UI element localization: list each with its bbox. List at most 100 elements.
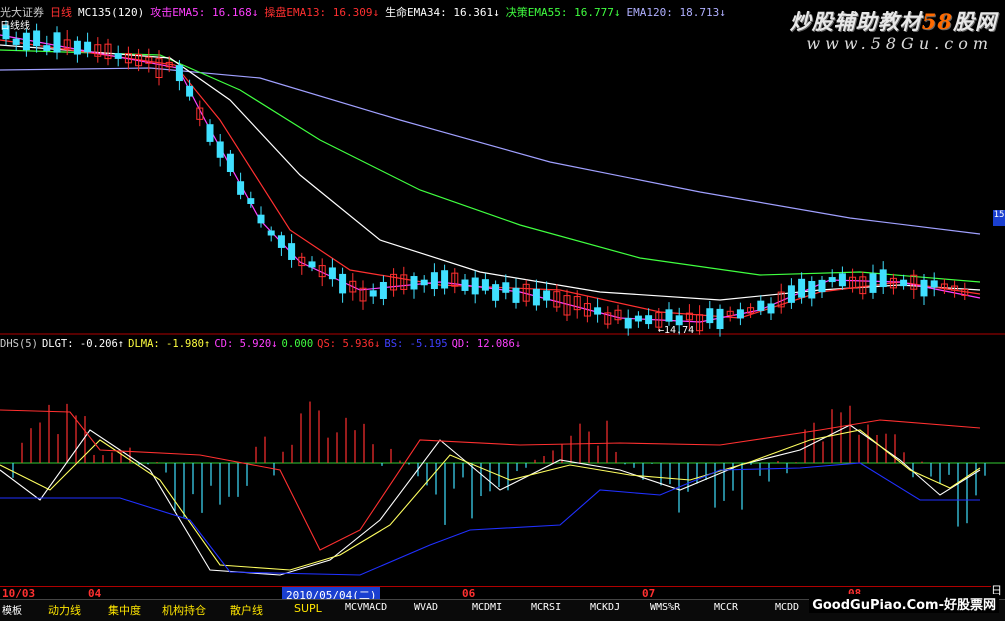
ema13-label: 操盘EMA13: 16.309 bbox=[264, 6, 373, 19]
candle-body bbox=[757, 300, 765, 311]
tab-supl[interactable]: SUPL bbox=[294, 602, 322, 615]
candle-body bbox=[379, 281, 387, 299]
ema55-line bbox=[0, 49, 981, 283]
zero-value: 0.000 bbox=[281, 338, 314, 350]
candle-body bbox=[33, 30, 41, 47]
candle-body bbox=[410, 276, 418, 290]
ema120-arrow: ↓ bbox=[719, 6, 726, 19]
candle-body bbox=[818, 279, 826, 293]
watermark-number: 58 bbox=[921, 9, 953, 34]
tab-mckdj[interactable]: MCKDJ bbox=[590, 602, 620, 613]
candle-body bbox=[206, 124, 214, 142]
candle-body bbox=[461, 279, 469, 291]
candle-body bbox=[430, 272, 438, 290]
ema34-line bbox=[0, 44, 981, 301]
dlma-value: DLMA: -1.980 bbox=[128, 338, 204, 350]
candle-body bbox=[53, 32, 61, 53]
candle-body bbox=[706, 308, 714, 324]
tab-mcvmacd[interactable]: MCVMACD bbox=[345, 602, 387, 613]
candle-body bbox=[879, 269, 887, 288]
candle-body bbox=[369, 290, 377, 297]
candle-body bbox=[492, 284, 500, 301]
candle-body bbox=[175, 65, 183, 82]
candle-body bbox=[247, 198, 255, 204]
candle-body bbox=[900, 279, 908, 287]
candle-body bbox=[22, 32, 30, 51]
candle-body bbox=[328, 267, 336, 280]
chart-header: 光大证券 日线 MC135(120) 攻击EMA5: 16.168↓ 操盘EMA13: … bbox=[0, 4, 732, 20]
ema34-arrow: ↓ bbox=[493, 6, 500, 19]
indicator-yellow-line bbox=[0, 429, 981, 571]
candle-body bbox=[43, 45, 51, 51]
tab-mcrsi[interactable]: MCRSI bbox=[531, 602, 561, 613]
candle-body bbox=[920, 279, 928, 297]
qs-value: QS: 5.936 bbox=[317, 338, 375, 350]
candle-body bbox=[308, 261, 316, 268]
candle-body bbox=[532, 288, 540, 306]
candle-body bbox=[645, 315, 653, 325]
ema120-line bbox=[0, 67, 981, 235]
candle-body bbox=[226, 153, 234, 173]
tab-power-line[interactable]: 动力线 bbox=[48, 602, 81, 618]
tab-retail-line[interactable]: 散户线 bbox=[230, 602, 263, 618]
indicator-white-line bbox=[0, 424, 981, 576]
cd-arrow: ↓ bbox=[271, 338, 278, 350]
tab-concentration[interactable]: 集中度 bbox=[108, 602, 141, 618]
period-label[interactable]: 日线 bbox=[50, 6, 72, 19]
candle-body bbox=[869, 273, 877, 293]
ema120-label: EMA120: 18.713 bbox=[626, 6, 720, 19]
stock-chart[interactable] bbox=[0, 0, 1005, 586]
ema13-line bbox=[0, 39, 981, 319]
tab-template[interactable]: 模板 bbox=[2, 602, 22, 617]
candle-body bbox=[736, 309, 744, 319]
ema5-label: 攻击EMA5: 16.168 bbox=[150, 6, 252, 19]
footer-watermark: GoodGuPiao.Com-好股票网 bbox=[809, 594, 999, 613]
candle-body bbox=[267, 230, 275, 236]
side-label: 日线线 bbox=[0, 21, 30, 32]
tab-wmsr[interactable]: WMS%R bbox=[650, 602, 680, 613]
watermark-logo: 炒股辅助教材58股网 bbox=[790, 6, 997, 36]
tab-wvad[interactable]: WVAD bbox=[414, 602, 438, 613]
qd-value: QD: 12.086 bbox=[451, 338, 515, 350]
indicator-name[interactable]: DHS(5) bbox=[0, 338, 38, 350]
low-price-annotation: ←14.74 bbox=[658, 325, 695, 336]
dlgt-value: DLGT: -0.206 bbox=[41, 338, 118, 350]
candle-body bbox=[471, 277, 479, 295]
candle-body bbox=[73, 40, 81, 55]
ema55-label: 决策EMA55: 16.777 bbox=[505, 6, 614, 19]
candle-body bbox=[634, 315, 642, 322]
candle-body bbox=[787, 285, 795, 303]
cd-value: CD: 5.920 bbox=[214, 338, 272, 350]
ema13-arrow: ↓ bbox=[372, 6, 380, 19]
qs-arrow: ↓ bbox=[374, 338, 381, 350]
candle-body bbox=[665, 309, 673, 322]
qd-arrow: ↓ bbox=[514, 338, 522, 350]
bs-value: BS: -5.195 bbox=[384, 338, 448, 350]
candle-body bbox=[828, 277, 836, 283]
candle-body bbox=[257, 214, 265, 224]
candle-body bbox=[12, 38, 20, 45]
candle-body bbox=[288, 243, 296, 260]
candle-body bbox=[114, 53, 122, 59]
dlma-arrow: ↑ bbox=[203, 338, 211, 350]
watermark-text-post: 股网 bbox=[953, 9, 997, 34]
candle-body bbox=[675, 315, 683, 326]
indicator-header: DHS(5) DLGT: -0.206↑ DLMA: -1.980↑ CD: 5.92… bbox=[0, 338, 525, 352]
ema34-label: 生命EMA34: 16.361 bbox=[385, 6, 494, 19]
candle-body bbox=[512, 287, 520, 303]
candle-body bbox=[481, 279, 489, 291]
tab-mccr[interactable]: MCCR bbox=[714, 602, 738, 613]
watermark-url: www.58Gu.com bbox=[806, 34, 993, 53]
candle-body bbox=[277, 235, 285, 248]
candle-body bbox=[186, 85, 194, 97]
candle-body bbox=[237, 181, 245, 195]
ma-indicator-label[interactable]: MC135(120) bbox=[78, 6, 144, 19]
tab-institution-holding[interactable]: 机构持仓 bbox=[162, 602, 206, 618]
watermark-text-pre: 炒股辅助教材 bbox=[789, 9, 922, 34]
candle-body bbox=[594, 307, 602, 315]
candle-body bbox=[798, 278, 806, 298]
candle-body bbox=[808, 280, 816, 299]
tab-mcdd[interactable]: MCDD bbox=[775, 602, 799, 613]
candle-body bbox=[420, 279, 428, 286]
tab-mcdmi[interactable]: MCDMI bbox=[472, 602, 502, 613]
